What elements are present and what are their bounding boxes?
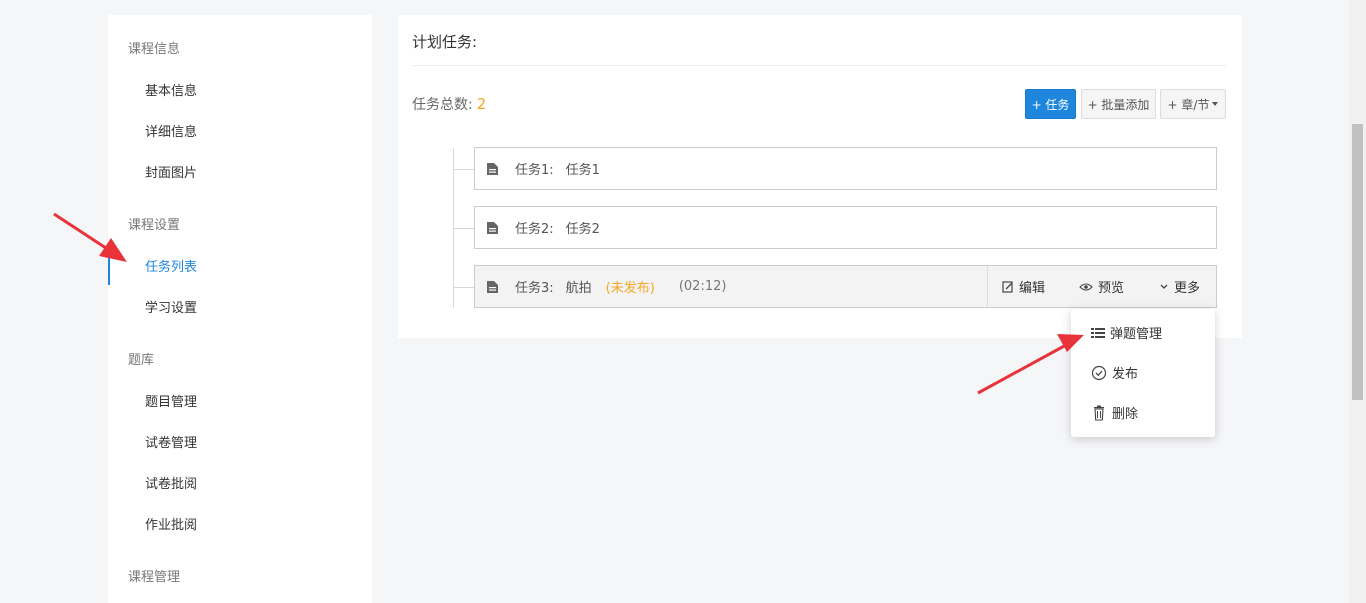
file-icon [487, 221, 498, 234]
task-index: 任务1: [515, 163, 554, 178]
trash-icon [1094, 405, 1104, 421]
tree-connector [453, 169, 474, 170]
task-row[interactable]: 任务2: 任务2 [474, 206, 1217, 249]
sidebar-group-course-management: 课程管理 [128, 570, 181, 585]
add-task-button[interactable]: + 任务 [1025, 89, 1076, 119]
task-name: 任务1 [565, 163, 600, 178]
task-duration: (02:12) [678, 279, 727, 294]
sidebar-item-paper-review[interactable]: 试卷批阅 [145, 473, 197, 492]
file-icon [487, 280, 498, 293]
edit-icon [1002, 280, 1013, 293]
more-button[interactable]: 更多 [1159, 277, 1200, 296]
sidebar-active-indicator [108, 257, 110, 285]
sidebar-item-study-settings[interactable]: 学习设置 [145, 297, 197, 316]
sidebar: 课程信息 基本信息 详细信息 封面图片 课程设置 任务列表 学习设置 题库 题目… [108, 15, 372, 603]
task-index: 任务2: [515, 222, 554, 237]
task-index: 任务3: [515, 281, 554, 296]
sidebar-item-question-management[interactable]: 题目管理 [145, 391, 197, 410]
tree-connector [453, 287, 474, 288]
sidebar-item-basic-info[interactable]: 基本信息 [145, 80, 197, 99]
task-title: 任务2: 任务2 [515, 218, 600, 237]
list-icon [1091, 327, 1105, 338]
sidebar-item-task-list[interactable]: 任务列表 [145, 256, 197, 275]
sidebar-item-homework-review[interactable]: 作业批阅 [145, 514, 197, 533]
caret-down-icon [1212, 102, 1219, 106]
sidebar-group-course-info: 课程信息 [128, 42, 181, 57]
menu-item-publish[interactable]: 发布 [1091, 363, 1138, 382]
annotation-arrow [977, 334, 1084, 395]
sidebar-group-question-bank: 题库 [128, 353, 155, 368]
edit-label: 编辑 [1019, 281, 1046, 296]
preview-label: 预览 [1098, 281, 1125, 296]
tree-connector [453, 228, 474, 229]
sidebar-item-cover-image[interactable]: 封面图片 [145, 162, 197, 181]
file-icon [487, 162, 498, 175]
sidebar-group-course-settings: 课程设置 [128, 218, 181, 233]
menu-item-popup-question-management[interactable]: 弹题管理 [1091, 323, 1162, 342]
task-count-value: 2 [476, 95, 487, 113]
chevron-down-icon [1160, 284, 1168, 289]
task-count: 任务总数: 2 [412, 94, 486, 114]
task-name: 任务2 [565, 222, 600, 237]
batch-add-button[interactable]: + 批量添加 [1081, 89, 1156, 119]
task-title: 任务1: 任务1 [515, 159, 600, 178]
scrollbar[interactable] [1349, 0, 1366, 603]
task-plan-panel: 计划任务: 任务总数: 2 + 任务 + 批量添加 + 章/节 任务1: 任务1 任… [398, 15, 1242, 338]
add-chapter-button[interactable]: + 章/节 [1160, 89, 1226, 119]
menu-item-label: 发布 [1112, 367, 1139, 382]
divider [412, 65, 1226, 66]
menu-item-label: 删除 [1112, 407, 1139, 422]
task-row[interactable]: 任务3: 航拍 (未发布) (02:12) 编辑 预览 更多 [474, 265, 1217, 308]
task-name: 航拍 [565, 281, 592, 296]
sidebar-item-detail-info[interactable]: 详细信息 [145, 121, 197, 140]
scrollbar-thumb[interactable] [1352, 124, 1363, 400]
sidebar-item-paper-management[interactable]: 试卷管理 [145, 432, 197, 451]
task-row[interactable]: 任务1: 任务1 [474, 147, 1217, 190]
more-label: 更多 [1174, 281, 1201, 296]
task-count-label: 任务总数: [412, 97, 473, 113]
edit-button[interactable]: 编辑 [1002, 277, 1045, 296]
eye-icon [1079, 282, 1093, 291]
menu-item-label: 弹题管理 [1110, 327, 1163, 342]
check-circle-icon [1091, 365, 1107, 380]
preview-button[interactable]: 预览 [1079, 277, 1124, 296]
page-title: 计划任务: [412, 33, 478, 51]
add-chapter-label: + 章/节 [1167, 97, 1210, 112]
task-row-actions: 编辑 预览 更多 [987, 266, 1216, 307]
more-dropdown-menu: 弹题管理 发布 删除 [1071, 309, 1215, 437]
task-title: 任务3: 航拍 (未发布) (02:12) [515, 277, 726, 296]
menu-item-delete[interactable]: 删除 [1091, 403, 1138, 422]
unpublished-badge: (未发布) [605, 281, 655, 296]
